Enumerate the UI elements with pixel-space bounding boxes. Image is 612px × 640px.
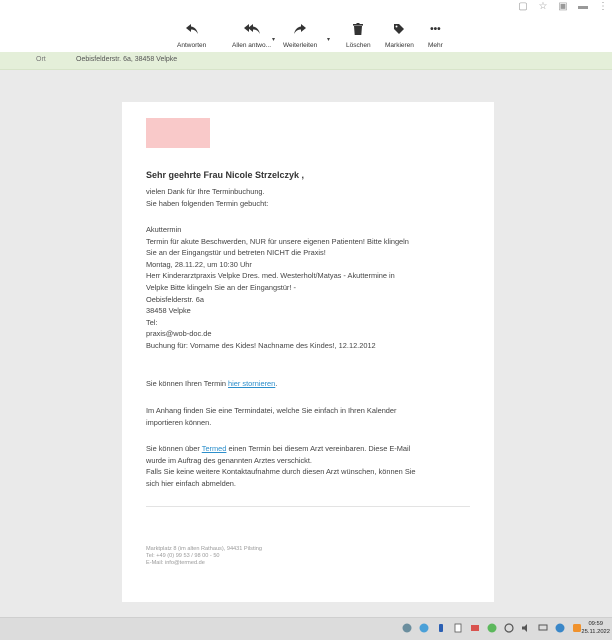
unsubscribe-line[interactable]: sich hier einfach abmelden.	[146, 478, 476, 490]
sender-logo	[146, 118, 210, 148]
forward-dropdown-icon[interactable]: ▾	[327, 36, 330, 43]
dropbox-icon[interactable]	[435, 622, 446, 633]
location-label: Ort	[36, 56, 46, 63]
tag-icon	[393, 22, 405, 36]
window-icon[interactable]: ▢	[518, 2, 528, 12]
email-body-card: Sehr geehrte Frau Nicole Strzelczyk , vi…	[122, 102, 494, 602]
display-icon[interactable]	[537, 622, 548, 633]
browser-top-strip: ▢ ☆ ▣ ▬ ⋮	[0, 0, 612, 18]
forward-icon	[293, 22, 307, 36]
reply-icon	[185, 22, 199, 36]
email-footer: Marktplatz 8 (im alten Rathaus), 94431 P…	[146, 546, 262, 566]
mark-button[interactable]: Markieren	[385, 22, 414, 49]
reply-all-dropdown-icon[interactable]: ▾	[272, 36, 275, 43]
location-value: Oebisfelderstr. 6a, 38458 Velpke	[76, 56, 178, 63]
menu-dots-icon[interactable]: ⋮	[598, 2, 608, 12]
system-tray	[401, 622, 582, 633]
tools-icon[interactable]	[469, 622, 480, 633]
email-greeting: Sehr geehrte Frau Nicole Strzelczyk ,	[146, 170, 305, 180]
taskbar: 09:59 25.11.2022	[0, 617, 612, 640]
reply-all-button[interactable]: Allen antwo...	[232, 22, 271, 49]
trash-icon	[353, 22, 364, 36]
delete-button[interactable]: Löschen	[346, 22, 371, 49]
security-icon[interactable]	[554, 622, 565, 633]
star-icon[interactable]: ☆	[538, 2, 548, 12]
termed-paragraph: Sie können über Termed einen Termin bei …	[146, 443, 476, 489]
minimize-icon[interactable]: ▬	[578, 2, 588, 12]
more-dots-icon: •••	[430, 23, 441, 35]
taskbar-clock[interactable]: 09:59 25.11.2022	[581, 620, 610, 636]
reply-all-icon	[243, 22, 260, 36]
file-icon[interactable]	[452, 622, 463, 633]
more-button[interactable]: ••• Mehr	[428, 22, 443, 50]
window-controls: ▢ ☆ ▣ ▬ ⋮	[518, 2, 608, 12]
footer-divider	[146, 506, 470, 507]
tab-icon[interactable]: ▣	[558, 2, 568, 12]
termed-link[interactable]: Termed	[202, 444, 227, 453]
forward-button[interactable]: Weiterleiten	[283, 22, 317, 49]
location-strip: Ort Oebisfelderstr. 6a, 38458 Velpke	[0, 52, 612, 70]
reply-button[interactable]: Antworten	[177, 22, 206, 49]
intro-paragraph: vielen Dank für Ihre Terminbuchung. Sie …	[146, 187, 269, 208]
network-icon[interactable]	[401, 622, 412, 633]
app-orange-icon[interactable]	[571, 622, 582, 633]
cancel-appointment-link[interactable]: hier stornieren	[228, 379, 275, 388]
settings-icon[interactable]	[503, 622, 514, 633]
cancel-paragraph: Sie können Ihren Termin hier stornieren.	[146, 379, 278, 388]
cloud-icon[interactable]	[418, 622, 429, 633]
volume-icon[interactable]	[520, 622, 531, 633]
leaf-icon[interactable]	[486, 622, 497, 633]
attachment-paragraph: Im Anhang finden Sie eine Termindatei, w…	[146, 406, 397, 427]
appointment-details: Akuttermin Termin für akute Beschwerden,…	[146, 225, 409, 350]
